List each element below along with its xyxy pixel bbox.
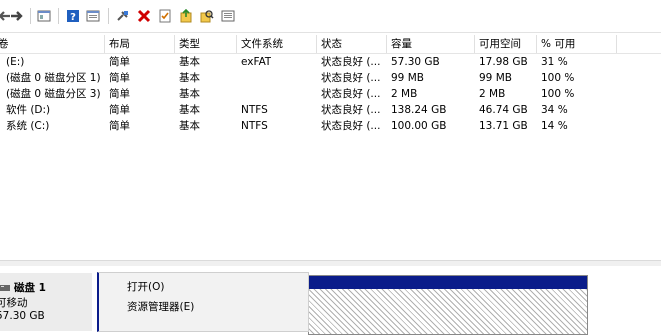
cell-status: 状态良好 (... xyxy=(321,88,381,100)
connect-disk-icon[interactable] xyxy=(116,9,130,23)
table-row[interactable]: (E:) 简单 基本 exFAT 状态良好 (... 57.30 GB 17.9… xyxy=(0,54,661,70)
delete-icon[interactable] xyxy=(137,9,151,23)
column-header-blank xyxy=(616,35,661,53)
forward-arrow-icon[interactable] xyxy=(10,9,24,23)
toolbar-separator xyxy=(30,8,31,24)
toolbar: ? xyxy=(0,0,661,33)
svg-text:?: ? xyxy=(70,12,76,23)
cell-capacity: 99 MB xyxy=(391,72,424,84)
disk-kind: 可移动 xyxy=(0,297,28,309)
disk-label[interactable]: 磁盘 1 可移动 57.30 GB xyxy=(0,273,92,331)
cell-type: 基本 xyxy=(179,72,200,84)
properties-icon[interactable] xyxy=(86,9,100,23)
cell-type: 基本 xyxy=(179,104,200,116)
toolbar-separator xyxy=(108,8,109,24)
cell-type: 基本 xyxy=(179,120,200,132)
cell-percent-free: 34 % xyxy=(541,104,568,116)
cell-type: 基本 xyxy=(179,56,200,68)
cell-layout: 简单 xyxy=(109,72,130,84)
check-icon[interactable] xyxy=(158,9,172,23)
column-header-volume[interactable]: 卷 xyxy=(0,35,104,53)
cell-volume: (磁盘 0 磁盘分区 1) xyxy=(6,72,101,84)
cell-free-space: 99 MB xyxy=(479,72,512,84)
cell-free-space: 46.74 GB xyxy=(479,104,528,116)
partition-block[interactable] xyxy=(308,275,588,335)
view-icon[interactable] xyxy=(221,9,235,23)
cell-capacity: 57.30 GB xyxy=(391,56,440,68)
cell-percent-free: 14 % xyxy=(541,120,568,132)
column-header-free-space[interactable]: 可用空间 xyxy=(474,35,536,53)
column-header-filesystem[interactable]: 文件系统 xyxy=(236,35,316,53)
table-row[interactable]: 软件 (D:) 简单 基本 NTFS 状态良好 (... 138.24 GB 4… xyxy=(0,102,661,118)
partition-hatch-area xyxy=(309,289,587,334)
volume-search-icon[interactable] xyxy=(200,9,214,23)
context-menu: 打开(O) 资源管理器(E) xyxy=(97,272,309,332)
cell-capacity: 2 MB xyxy=(391,88,418,100)
cell-status: 状态良好 (... xyxy=(321,104,381,116)
cell-volume: 系统 (C:) xyxy=(6,120,50,132)
cell-capacity: 138.24 GB xyxy=(391,104,447,116)
cell-status: 状态良好 (... xyxy=(321,56,381,68)
cell-free-space: 2 MB xyxy=(479,88,506,100)
cell-volume: 软件 (D:) xyxy=(6,104,51,116)
cell-filesystem: NTFS xyxy=(241,104,268,116)
cell-percent-free: 100 % xyxy=(541,88,575,100)
cell-filesystem: NTFS xyxy=(241,120,268,132)
disk-name: 磁盘 1 xyxy=(14,282,46,294)
cell-percent-free: 100 % xyxy=(541,72,575,84)
toolbar-separator xyxy=(58,8,59,24)
disk-size: 57.30 GB xyxy=(0,310,45,322)
cell-volume: (磁盘 0 磁盘分区 3) xyxy=(6,88,101,100)
column-header-capacity[interactable]: 容量 xyxy=(386,35,474,53)
table-row[interactable]: (磁盘 0 磁盘分区 3) 简单 基本 状态良好 (... 2 MB 2 MB … xyxy=(0,86,661,102)
column-header-percent-free[interactable]: % 可用 xyxy=(536,35,616,53)
menu-item-open[interactable]: 打开(O) xyxy=(127,277,164,297)
cell-layout: 简单 xyxy=(109,56,130,68)
cell-free-space: 17.98 GB xyxy=(479,56,528,68)
column-header-status[interactable]: 状态 xyxy=(316,35,386,53)
table-row[interactable]: 系统 (C:) 简单 基本 NTFS 状态良好 (... 100.00 GB 1… xyxy=(0,118,661,134)
volume-up-icon[interactable] xyxy=(179,9,193,23)
menu-item-explorer[interactable]: 资源管理器(E) xyxy=(127,297,194,317)
volume-list-header: 卷 布局 类型 文件系统 状态 容量 可用空间 % 可用 xyxy=(0,35,661,54)
console-tree-icon[interactable] xyxy=(37,9,51,23)
column-header-layout[interactable]: 布局 xyxy=(104,35,174,53)
column-header-type[interactable]: 类型 xyxy=(174,35,236,53)
cell-volume: (E:) xyxy=(6,56,25,68)
partition-header-bar xyxy=(309,276,587,289)
cell-filesystem: exFAT xyxy=(241,56,272,68)
cell-status: 状态良好 (... xyxy=(321,120,381,132)
cell-status: 状态良好 (... xyxy=(321,72,381,84)
cell-type: 基本 xyxy=(179,88,200,100)
cell-free-space: 13.71 GB xyxy=(479,120,528,132)
cell-capacity: 100.00 GB xyxy=(391,120,447,132)
cell-layout: 简单 xyxy=(109,88,130,100)
cell-layout: 简单 xyxy=(109,104,130,116)
volume-list-empty-area xyxy=(0,134,661,260)
table-row[interactable]: (磁盘 0 磁盘分区 1) 简单 基本 状态良好 (... 99 MB 99 M… xyxy=(0,70,661,86)
cell-layout: 简单 xyxy=(109,120,130,132)
cell-percent-free: 31 % xyxy=(541,56,568,68)
help-icon[interactable]: ? xyxy=(66,9,80,23)
